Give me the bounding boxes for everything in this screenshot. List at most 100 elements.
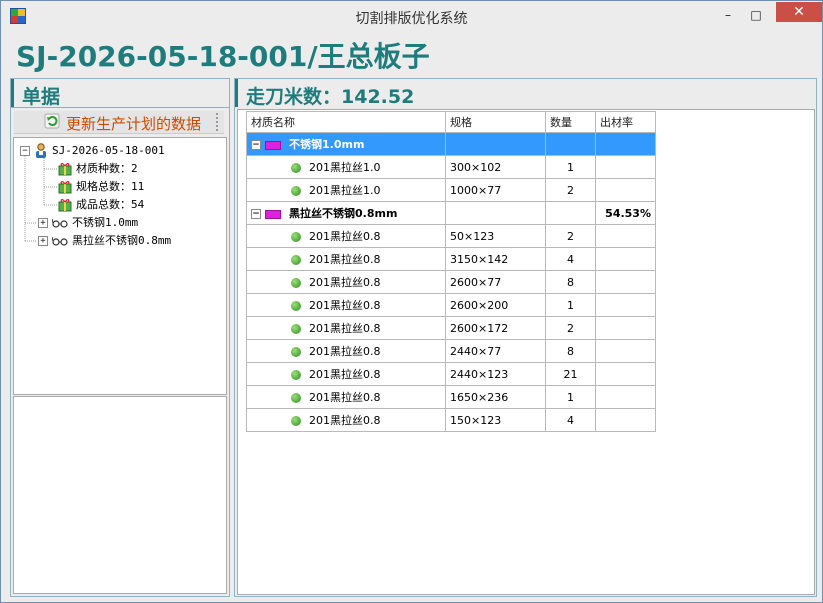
status-dot-icon — [291, 186, 301, 196]
status-dot-icon — [291, 278, 301, 288]
row-name: 201黑拉丝0.8 — [309, 276, 381, 289]
row-spec: 3150×142 — [445, 247, 546, 271]
row-spec: 2600×77 — [445, 270, 546, 294]
row-name: 201黑拉丝1.0 — [309, 184, 381, 197]
results-grid[interactable]: 材质名称 规格 数量 出材率 − 不锈钢1.0mm 201黑拉丝1.0 300×1… — [237, 109, 815, 595]
panel-header: 单据 — [11, 79, 60, 108]
collapse-icon[interactable]: − — [251, 140, 261, 150]
table-row[interactable]: 201黑拉丝0.8 3150×142 4 — [246, 247, 656, 271]
documents-panel-title: 单据 — [22, 86, 61, 108]
gift-icon — [58, 199, 72, 212]
column-header-name[interactable]: 材质名称 — [246, 111, 446, 133]
group-rate: 54.53% — [595, 201, 656, 225]
status-dot-icon — [291, 324, 301, 334]
cutting-panel: 走刀米数：142.52 材质名称 规格 数量 出材率 − 不锈钢1.0mm 201… — [234, 78, 817, 597]
row-spec: 2600×172 — [445, 316, 546, 340]
table-row[interactable]: 201黑拉丝0.8 150×123 4 — [246, 408, 656, 432]
row-qty: 1 — [545, 293, 596, 317]
tree-node-product-count[interactable]: 成品总数：54 — [58, 196, 218, 214]
collapse-icon[interactable]: − — [251, 209, 261, 219]
panel-header: 走刀米数：142.52 — [235, 79, 414, 108]
tree-node-material-count[interactable]: 材质种数：2 — [58, 160, 218, 178]
tree-material-label: 不锈钢1.0mm — [72, 216, 139, 229]
status-dot-icon — [291, 393, 301, 403]
row-name: 201黑拉丝0.8 — [309, 299, 381, 312]
title-bar[interactable]: 切割排版优化系统 – □ ✕ — [1, 1, 822, 31]
tree-node-spec-count[interactable]: 规格总数：11 — [58, 178, 218, 196]
row-qty: 1 — [545, 155, 596, 179]
column-header-spec[interactable]: 规格 — [445, 111, 546, 133]
tree-stat-label: 规格总数：11 — [76, 180, 145, 193]
row-spec: 150×123 — [445, 408, 546, 432]
row-qty: 2 — [545, 224, 596, 248]
row-spec: 1000×77 — [445, 178, 546, 202]
tree-node-material-1[interactable]: + 不锈钢1.0mm — [38, 214, 218, 232]
table-group-row[interactable]: − 黑拉丝不锈钢0.8mm 54.53% — [246, 201, 656, 225]
table-row[interactable]: 201黑拉丝1.0 300×102 1 — [246, 155, 656, 179]
table-row[interactable]: 201黑拉丝0.8 50×123 2 — [246, 224, 656, 248]
refresh-plan-label: 更新生产计划的数据 — [66, 115, 202, 133]
row-spec: 300×102 — [445, 155, 546, 179]
document-title: SJ-2026-05-18-001/王总板子 — [16, 40, 430, 73]
table-row[interactable]: 201黑拉丝0.8 2600×200 1 — [246, 293, 656, 317]
close-button[interactable]: ✕ — [776, 2, 822, 22]
collapse-icon[interactable]: − — [20, 146, 30, 156]
table-header-row: 材质名称 规格 数量 出材率 — [246, 111, 656, 133]
status-dot-icon — [291, 347, 301, 357]
row-spec: 1650×236 — [445, 385, 546, 409]
row-qty: 8 — [545, 270, 596, 294]
row-spec: 50×123 — [445, 224, 546, 248]
table-group-row[interactable]: − 不锈钢1.0mm — [246, 132, 656, 156]
row-qty: 8 — [545, 339, 596, 363]
status-dot-icon — [291, 255, 301, 265]
table-row[interactable]: 201黑拉丝0.8 1650×236 1 — [246, 385, 656, 409]
tree-stat-label: 成品总数：54 — [76, 198, 145, 211]
row-spec: 2600×200 — [445, 293, 546, 317]
tree-root-label: SJ-2026-05-18-001 — [52, 144, 165, 157]
group-rate — [595, 132, 656, 156]
documents-panel: 单据 更新生产计划的数据 − SJ-2026-05-18-001 材质种数：2 … — [10, 78, 230, 597]
row-qty: 1 — [545, 385, 596, 409]
refresh-plan-button[interactable]: 更新生产计划的数据 — [14, 111, 224, 134]
row-qty: 2 — [545, 316, 596, 340]
gift-icon — [58, 163, 72, 176]
column-header-qty[interactable]: 数量 — [545, 111, 596, 133]
row-name: 201黑拉丝0.8 — [309, 368, 381, 381]
person-icon — [36, 143, 46, 158]
glasses-icon — [52, 218, 68, 228]
toolbar-grip — [216, 113, 220, 131]
tree-node-root[interactable]: − SJ-2026-05-18-001 — [20, 142, 220, 160]
table-row[interactable]: 201黑拉丝0.8 2440×77 8 — [246, 339, 656, 363]
status-dot-icon — [291, 163, 301, 173]
table-row[interactable]: 201黑拉丝0.8 2600×77 8 — [246, 270, 656, 294]
maximize-button[interactable]: □ — [742, 5, 770, 25]
row-spec: 2440×123 — [445, 362, 546, 386]
divider — [11, 107, 229, 108]
refresh-icon — [44, 113, 60, 129]
table-row[interactable]: 201黑拉丝0.8 2440×123 21 — [246, 362, 656, 386]
status-dot-icon — [291, 232, 301, 242]
detail-box — [13, 396, 227, 594]
expand-icon[interactable]: + — [38, 218, 48, 228]
column-header-rate[interactable]: 出材率 — [595, 111, 656, 133]
row-name: 201黑拉丝0.8 — [309, 414, 381, 427]
document-tree[interactable]: − SJ-2026-05-18-001 材质种数：2 规格总数：11 成品总数：… — [13, 137, 227, 395]
row-name: 201黑拉丝1.0 — [309, 161, 381, 174]
expand-icon[interactable]: + — [38, 236, 48, 246]
row-name: 201黑拉丝0.8 — [309, 322, 381, 335]
results-table: 材质名称 规格 数量 出材率 − 不锈钢1.0mm 201黑拉丝1.0 300×1… — [246, 111, 656, 432]
status-dot-icon — [291, 301, 301, 311]
group-name: 不锈钢1.0mm — [289, 138, 365, 151]
material-color-swatch — [265, 140, 281, 150]
row-spec: 2440×77 — [445, 339, 546, 363]
minimize-button[interactable]: – — [714, 5, 742, 25]
table-row[interactable]: 201黑拉丝1.0 1000×77 2 — [246, 178, 656, 202]
table-row[interactable]: 201黑拉丝0.8 2600×172 2 — [246, 316, 656, 340]
cut-length-title: 走刀米数：142.52 — [246, 86, 415, 108]
group-name: 黑拉丝不锈钢0.8mm — [289, 207, 398, 220]
tree-node-material-2[interactable]: + 黑拉丝不锈钢0.8mm — [38, 232, 218, 250]
material-color-swatch — [265, 209, 281, 219]
status-dot-icon — [291, 416, 301, 426]
gift-icon — [58, 181, 72, 194]
window-title: 切割排版优化系统 — [355, 11, 468, 27]
